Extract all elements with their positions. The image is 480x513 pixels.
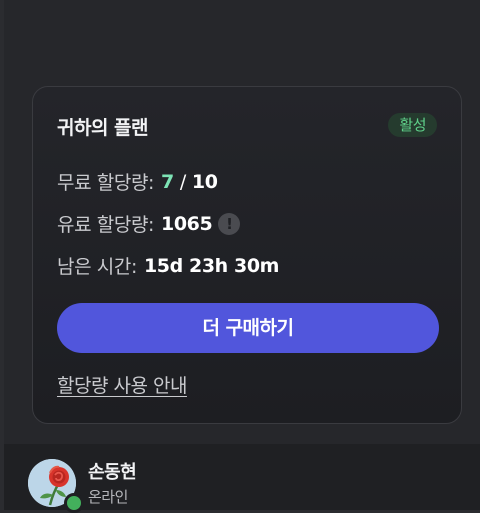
main-panel: 귀하의 플랜 활성 무료 할당량: 7 / 10 유료 할당량: 1065 ! …: [4, 0, 480, 444]
paid-quota-value: 1065: [161, 212, 213, 235]
free-quota-row: 무료 할당량: 7 / 10: [57, 168, 218, 195]
time-left-value: 15d 23h 30m: [143, 254, 280, 277]
info-icon[interactable]: !: [218, 212, 241, 235]
status-badge: 활성: [388, 113, 437, 137]
plan-title: 귀하의 플랜: [57, 117, 149, 139]
free-quota-separator: /: [179, 170, 186, 193]
time-left-label: 남은 시간:: [57, 256, 137, 278]
free-quota-total: 10: [191, 170, 218, 193]
free-quota-label: 무료 할당량:: [57, 172, 155, 194]
time-left-row: 남은 시간: 15d 23h 30m: [57, 252, 279, 279]
buy-more-button[interactable]: 더 구매하기: [57, 303, 439, 353]
quota-guide-link[interactable]: 할당량 사용 안내: [57, 371, 187, 398]
plan-card: 귀하의 플랜 활성 무료 할당량: 7 / 10 유료 할당량: 1065 ! …: [32, 86, 462, 424]
user-name: 손동현: [88, 462, 137, 483]
free-quota-used: 7: [161, 170, 174, 193]
online-status-dot: [64, 493, 84, 513]
paid-quota-label: 유료 할당량:: [57, 214, 155, 236]
user-status: 온라인: [88, 488, 128, 506]
paid-quota-row: 유료 할당량: 1065 !: [57, 210, 241, 237]
user-panel: 손동현 온라인: [4, 444, 480, 513]
